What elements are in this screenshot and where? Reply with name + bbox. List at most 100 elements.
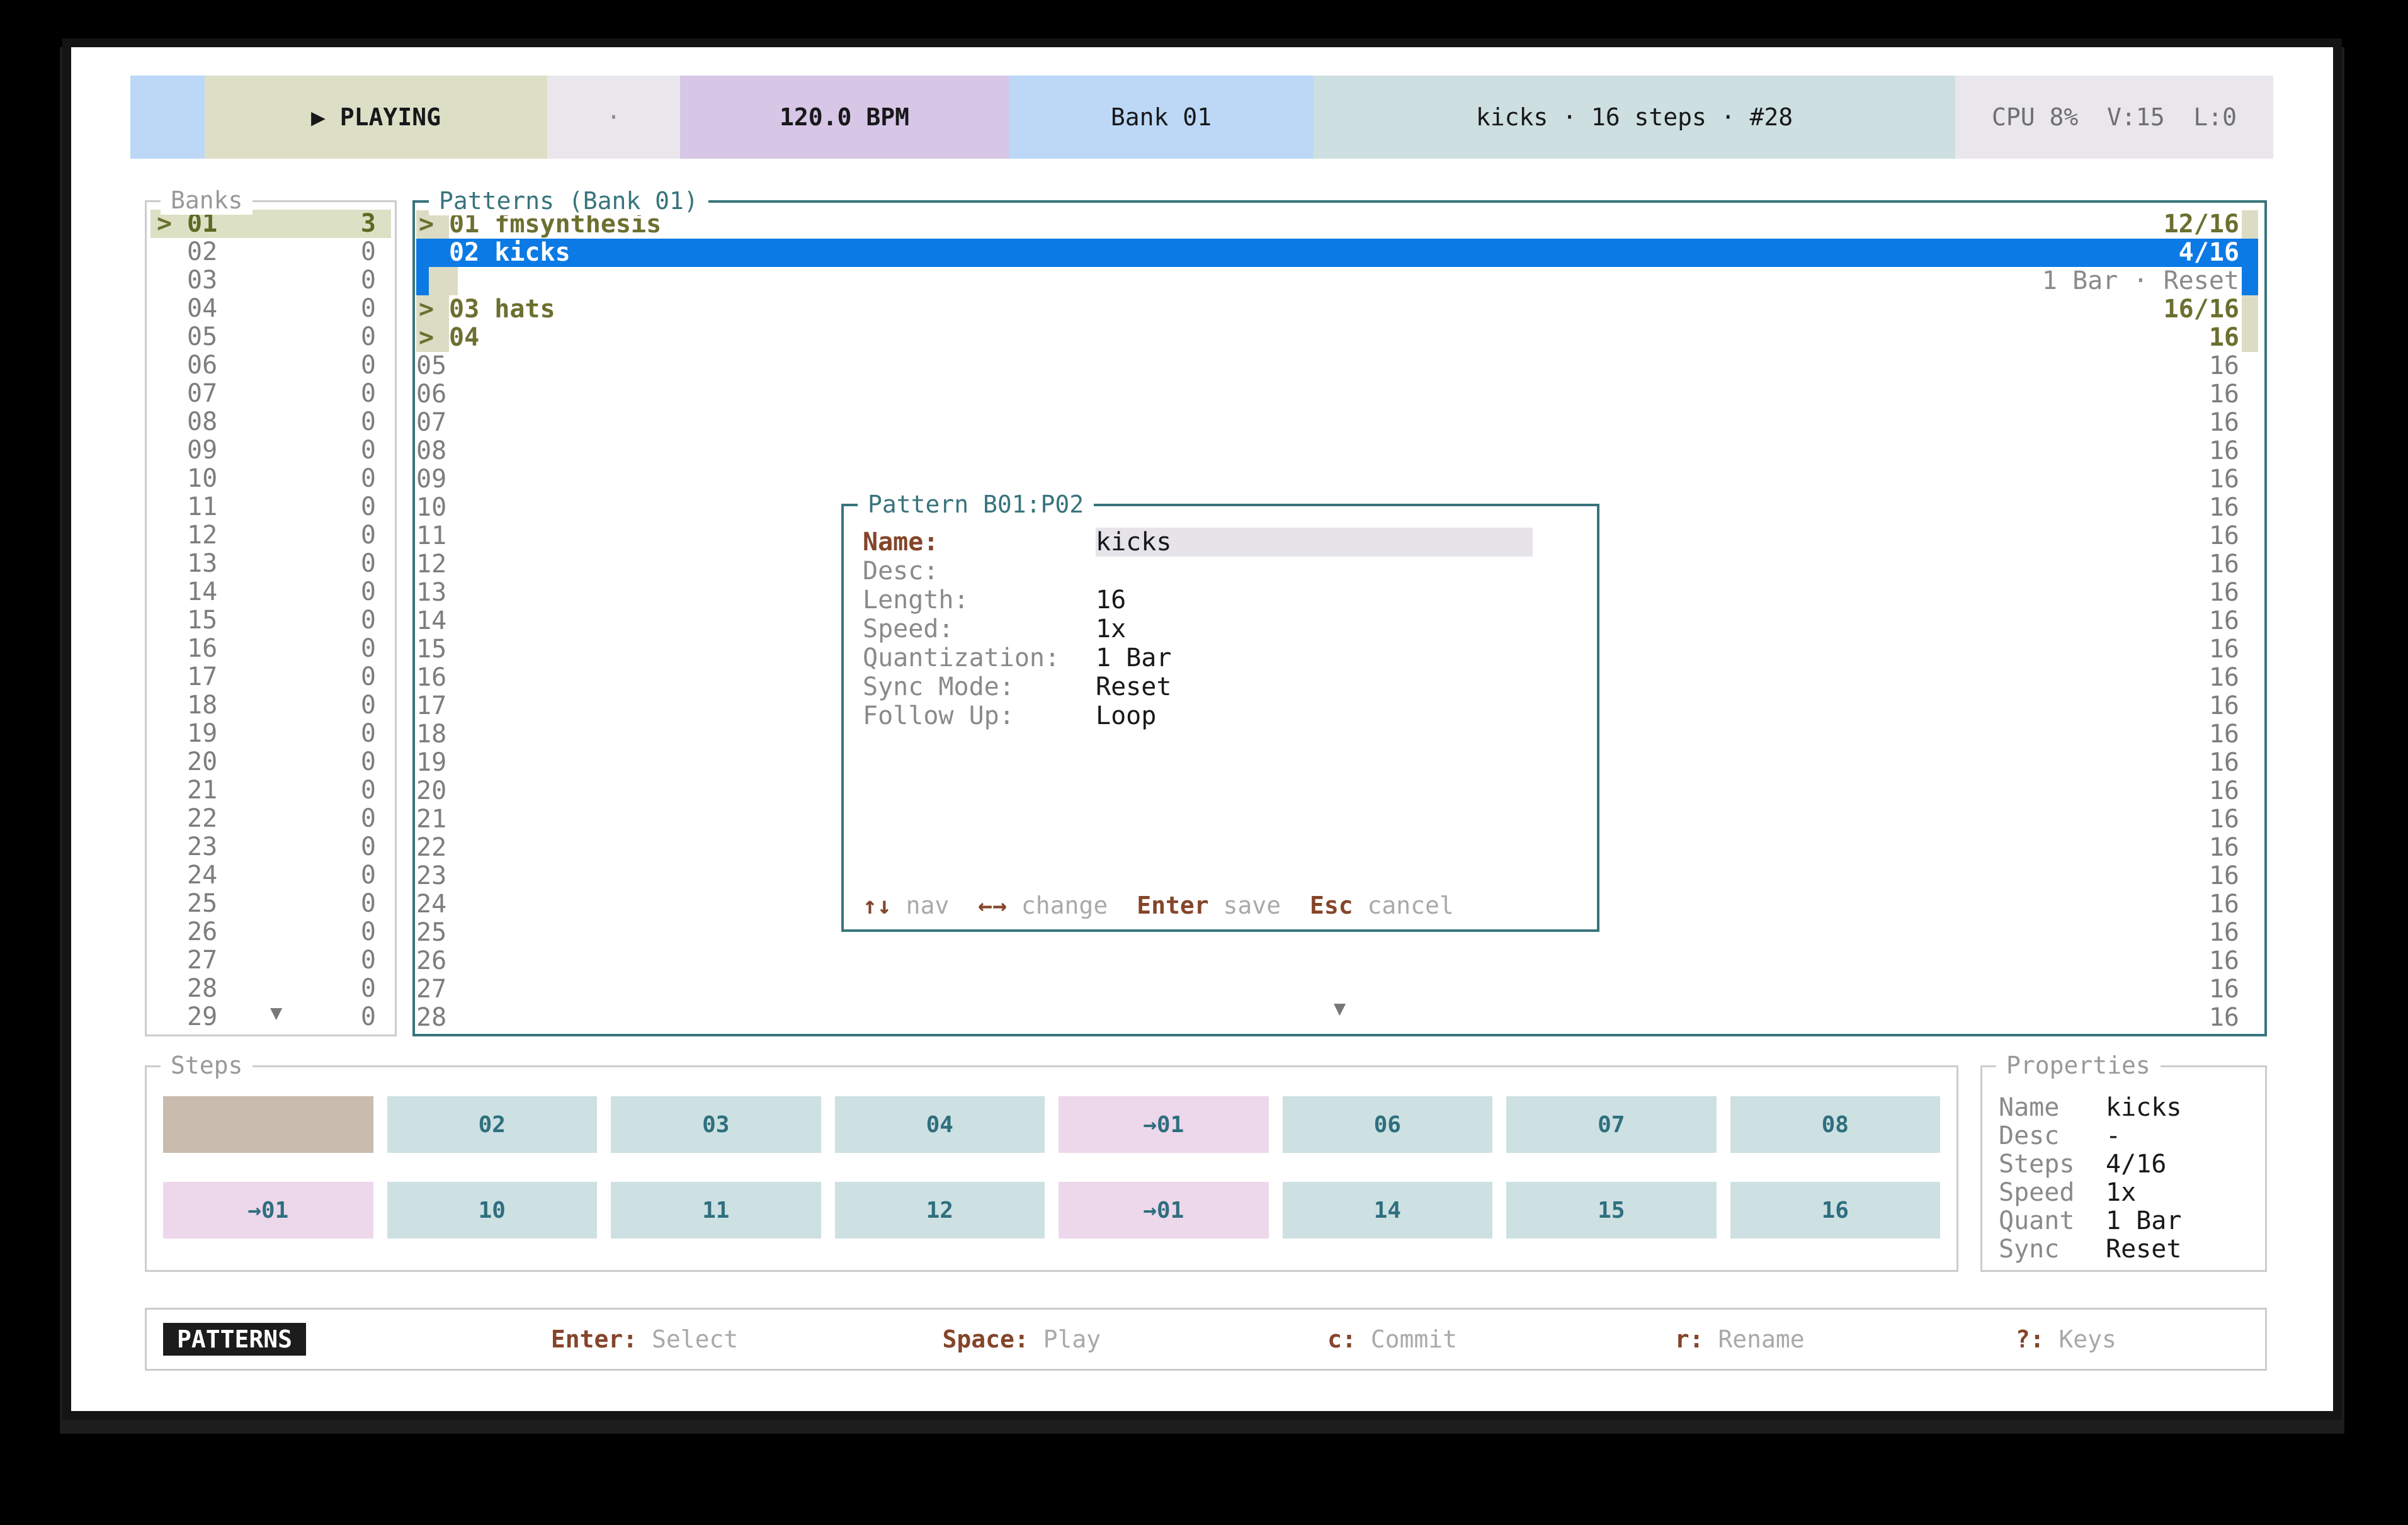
bank-pattern-count: 0 [361, 748, 376, 776]
step-cell[interactable]: 08 [1730, 1096, 1941, 1153]
bank-pattern-count: 0 [361, 1003, 376, 1031]
pattern-step-count: 16 [2209, 919, 2239, 947]
bank-row[interactable]: 270 [150, 946, 391, 975]
pattern-label: 21 [416, 805, 446, 834]
modal-field[interactable]: Quantization:1 Bar [863, 643, 1578, 672]
step-cell[interactable]: →01 [1059, 1096, 1269, 1153]
bank-selected-marker [157, 351, 187, 380]
step-cell[interactable]: 11 [611, 1182, 821, 1239]
hint-key: Enter [1137, 892, 1208, 919]
bank-pattern-count: 0 [361, 436, 376, 465]
bank-row[interactable]: 180 [150, 691, 391, 720]
pattern-row[interactable]: 0616 [416, 380, 2258, 409]
bank-row[interactable]: 050 [150, 323, 391, 351]
step-cell[interactable]: →01 [163, 1182, 373, 1239]
step-cell[interactable]: →01 [1059, 1182, 1269, 1239]
step-cell[interactable]: 06 [1283, 1096, 1493, 1153]
bank-row[interactable]: 160 [150, 635, 391, 663]
pattern-row[interactable]: 0716 [416, 409, 2258, 437]
modal-field[interactable]: Speed:1x [863, 615, 1578, 643]
bank-row[interactable]: 030 [150, 266, 391, 295]
patterns-scrollbar-thumb [2242, 890, 2258, 919]
bank-row[interactable]: 100 [150, 465, 391, 493]
pattern-gutter [416, 239, 449, 267]
bank-row[interactable]: 240 [150, 861, 391, 890]
bpm-display[interactable]: 120.0 BPM [680, 76, 1009, 159]
patterns-scrollbar-thumb [2242, 805, 2258, 834]
bank-row[interactable]: 250 [150, 890, 391, 918]
bank-row[interactable]: 120 [150, 521, 391, 550]
bank-row[interactable]: 070 [150, 380, 391, 408]
bank-row[interactable]: 080 [150, 408, 391, 436]
patterns-scroll-more-icon[interactable]: ▼ [1334, 996, 1346, 1020]
pattern-label: 10 [416, 494, 446, 522]
bank-selected-marker [157, 606, 187, 635]
modal-field[interactable]: Name:kicks [863, 528, 1578, 557]
step-cell[interactable]: 16 [1730, 1182, 1941, 1239]
bank-display[interactable]: Bank 01 [1009, 76, 1314, 159]
step-cell[interactable]: 03 [611, 1096, 821, 1153]
modal-field-label: Length: [863, 586, 1096, 615]
bank-pattern-count: 0 [361, 550, 376, 578]
step-cell[interactable] [163, 1096, 373, 1153]
step-cell[interactable]: 12 [835, 1182, 1045, 1239]
pattern-row[interactable]: 2616 [416, 947, 2258, 975]
bank-row[interactable]: 230 [150, 833, 391, 861]
bank-row[interactable]: 170 [150, 663, 391, 691]
bank-number: 03 [187, 266, 217, 295]
step-cell[interactable]: 15 [1506, 1182, 1717, 1239]
bank-row[interactable]: 280 [150, 975, 391, 1003]
step-cell[interactable]: 10 [387, 1182, 598, 1239]
bank-pattern-count: 0 [361, 691, 376, 720]
bank-row-spacer [217, 408, 361, 436]
pattern-row[interactable]: 02 kicks4/16 [416, 239, 2258, 267]
pattern-sub-info: 1 Bar · Reset [2042, 267, 2239, 295]
pattern-label: 05 [416, 352, 446, 380]
step-cell[interactable]: 02 [387, 1096, 598, 1153]
pattern-row[interactable]: 0916 [416, 465, 2258, 494]
banks-scroll-more-icon[interactable]: ▼ [270, 1001, 282, 1024]
bank-selected-marker [157, 861, 187, 890]
bank-row[interactable]: 260 [150, 918, 391, 946]
bank-row[interactable]: 140 [150, 578, 391, 606]
bank-row[interactable]: 150 [150, 606, 391, 635]
patterns-scrollbar-thumb [2242, 579, 2258, 607]
pattern-step-count: 16 [2209, 664, 2239, 692]
pattern-row-spacer [479, 324, 2209, 352]
bank-row[interactable]: 020 [150, 238, 391, 266]
modal-name-input[interactable]: kicks [1096, 528, 1533, 557]
bank-number: 05 [187, 323, 217, 351]
patterns-scrollbar-thumb [2242, 295, 2258, 324]
bank-row[interactable]: 200 [150, 748, 391, 776]
modal-field[interactable]: Desc: [863, 557, 1578, 586]
hint-label: Commit [1356, 1325, 1457, 1353]
modal-field[interactable]: Sync Mode:Reset [863, 672, 1578, 701]
bank-selected-marker [157, 295, 187, 323]
step-cell[interactable]: 04 [835, 1096, 1045, 1153]
bank-row[interactable]: 220 [150, 805, 391, 833]
bank-row[interactable]: 210 [150, 776, 391, 805]
bank-row[interactable]: 040 [150, 295, 391, 323]
patterns-panel-title: Patterns (Bank 01) [429, 186, 708, 215]
pattern-row[interactable]: 0816 [416, 437, 2258, 465]
step-cell[interactable]: 07 [1506, 1096, 1717, 1153]
bank-row[interactable]: 110 [150, 493, 391, 521]
pattern-row[interactable]: >03 hats16/16 [416, 295, 2258, 324]
bank-row[interactable]: 090 [150, 436, 391, 465]
step-cell[interactable]: 14 [1283, 1182, 1493, 1239]
bank-number: 10 [187, 465, 217, 493]
pattern-row[interactable]: 0516 [416, 352, 2258, 380]
bank-row[interactable]: 130 [150, 550, 391, 578]
modal-field[interactable]: Follow Up:Loop [863, 701, 1578, 730]
pattern-step-count: 16 [2209, 834, 2239, 862]
transport-status[interactable]: ▶ PLAYING [205, 76, 547, 159]
bank-row[interactable]: 190 [150, 720, 391, 748]
bank-row-spacer [217, 635, 361, 663]
pattern-row[interactable]: >0416 [416, 324, 2258, 352]
pattern-row-spacer [555, 295, 2164, 324]
bank-row-spacer [217, 606, 361, 635]
pattern-step-count: 16 [2209, 692, 2239, 720]
bank-number: 21 [187, 776, 217, 805]
modal-field[interactable]: Length:16 [863, 586, 1578, 615]
bank-row[interactable]: 060 [150, 351, 391, 380]
